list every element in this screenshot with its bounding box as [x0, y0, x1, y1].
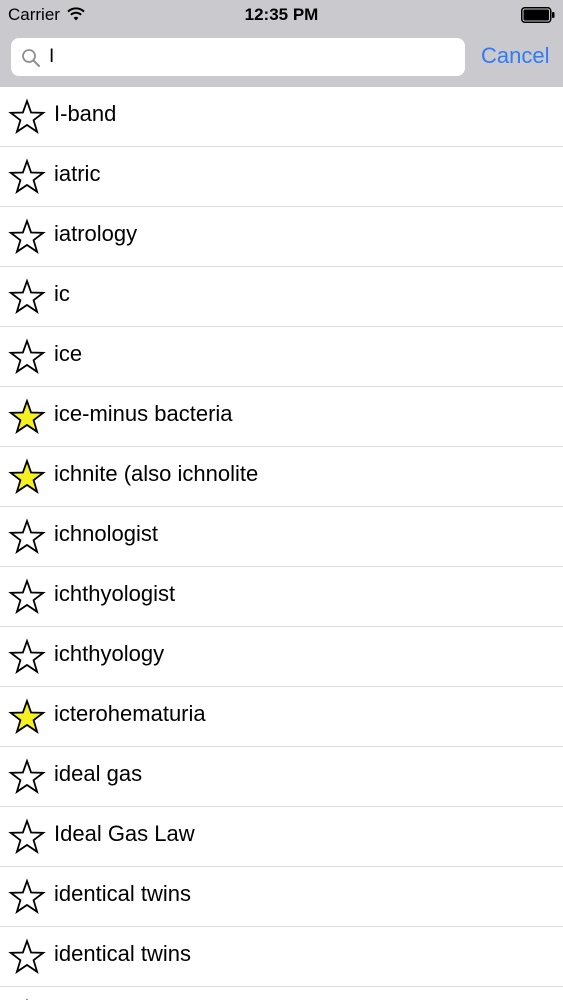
result-term: iatric — [54, 161, 101, 186]
results-list: I-band iatric iatrology ic ice ice-minus bact… — [0, 87, 563, 1000]
list-item[interactable]: Ideal Gas Law — [0, 807, 563, 867]
star-filled-icon[interactable] — [8, 458, 46, 496]
star-outline-icon[interactable] — [8, 818, 46, 856]
list-item[interactable] — [0, 987, 563, 1000]
result-term: ice — [54, 341, 83, 366]
result-term: identical twins — [54, 881, 191, 906]
search-screen: Carrier 12:35 PM Cancel I-band iatric iatr… — [0, 0, 563, 1000]
search-bar: Cancel — [0, 30, 563, 87]
search-field[interactable] — [11, 38, 465, 76]
star-outline-icon[interactable] — [8, 98, 46, 136]
battery-icon — [521, 7, 555, 23]
cancel-button[interactable]: Cancel — [481, 43, 549, 69]
list-item[interactable]: ichnite (also ichnolite — [0, 447, 563, 507]
list-item[interactable]: ichnologist — [0, 507, 563, 567]
result-term: identical twins — [54, 941, 191, 966]
search-icon — [22, 49, 40, 67]
list-item[interactable]: iatrology — [0, 207, 563, 267]
list-item[interactable]: I-band — [0, 87, 563, 147]
list-item[interactable]: ice — [0, 327, 563, 387]
star-outline-icon[interactable] — [8, 278, 46, 316]
star-outline-icon[interactable] — [8, 878, 46, 916]
star-outline-icon[interactable] — [8, 338, 46, 376]
result-term: I-band — [54, 101, 117, 126]
status-time: 12:35 PM — [244, 5, 319, 24]
result-term: ic — [54, 281, 70, 306]
list-item[interactable]: identical twins — [0, 867, 563, 927]
result-term: ichnite (also ichnolite — [54, 461, 259, 486]
result-term: ichthyologist — [54, 581, 176, 606]
star-filled-icon[interactable] — [8, 698, 46, 736]
result-term: ideal gas — [54, 761, 143, 786]
result-term: ichnologist — [54, 521, 158, 546]
list-item[interactable]: icterohematuria — [0, 687, 563, 747]
star-outline-icon[interactable] — [8, 938, 46, 976]
list-item[interactable]: ice-minus bacteria — [0, 387, 563, 447]
result-term: iatrology — [54, 221, 138, 246]
list-item[interactable]: iatric — [0, 147, 563, 207]
list-item[interactable]: ideal gas — [0, 747, 563, 807]
list-item[interactable]: ic — [0, 267, 563, 327]
search-input[interactable] — [49, 38, 454, 76]
star-outline-icon[interactable] — [8, 758, 46, 796]
star-outline-icon[interactable] — [8, 518, 46, 556]
list-item[interactable]: ichthyology — [0, 627, 563, 687]
star-filled-icon[interactable] — [8, 398, 46, 436]
status-bar: Carrier 12:35 PM — [0, 0, 563, 30]
result-term: ichthyology — [54, 641, 165, 666]
list-item[interactable]: ichthyologist — [0, 567, 563, 627]
star-outline-icon[interactable] — [8, 218, 46, 256]
star-outline-icon[interactable] — [8, 158, 46, 196]
result-term: ice-minus bacteria — [54, 401, 233, 426]
list-item[interactable]: identical twins — [0, 927, 563, 987]
star-outline-icon[interactable] — [8, 578, 46, 616]
star-outline-icon[interactable] — [8, 638, 46, 676]
result-term: icterohematuria — [54, 701, 206, 726]
result-term: Ideal Gas Law — [54, 821, 195, 846]
